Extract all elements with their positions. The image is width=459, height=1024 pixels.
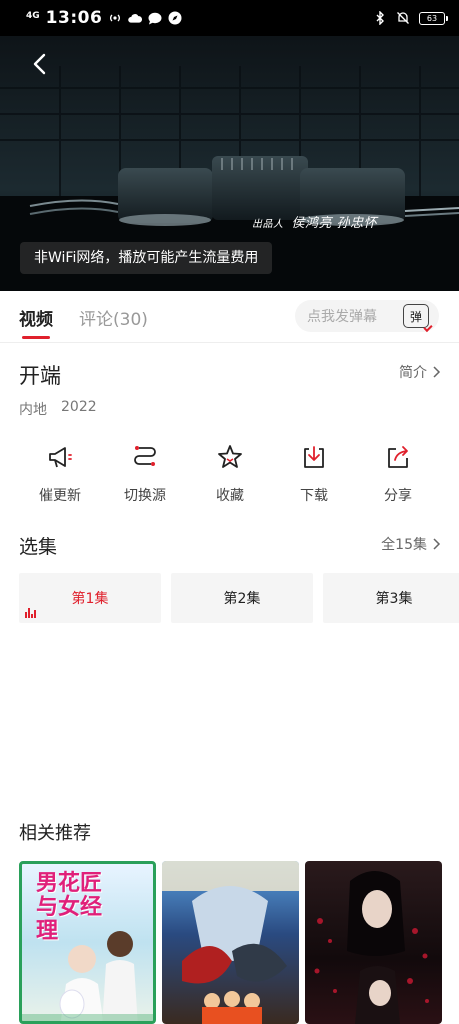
mute-bell-icon	[396, 11, 410, 25]
tab-comments[interactable]: 评论(30)	[79, 305, 148, 330]
show-year: 2022	[61, 399, 97, 415]
network-indicator: 4G	[26, 10, 40, 21]
message-icon	[148, 11, 162, 25]
episode-label: 第1集	[71, 591, 109, 607]
credit-names: 侯鸿亮 孙忠怀	[291, 216, 378, 231]
tab-bar: 视频 评论(30) 点我发弹幕 弹	[0, 291, 459, 343]
video-player[interactable]: 出品人 侯鸿亮 孙忠怀 非WiFi网络，播放可能产生流量费用	[0, 36, 459, 291]
download-icon	[304, 446, 324, 468]
chevron-right-icon	[433, 538, 441, 550]
megaphone-icon	[49, 447, 72, 468]
hotspot-icon	[108, 11, 122, 25]
share-icon	[388, 446, 408, 468]
recommendation-poster[interactable]	[162, 861, 299, 1024]
episode-item[interactable]: 第1集	[19, 573, 161, 623]
urge-update-button[interactable]: 催更新	[18, 443, 102, 505]
intro-label: 简介	[399, 365, 427, 381]
action-label: 催更新	[39, 488, 81, 504]
credit-small-text: 出品人	[252, 219, 284, 230]
danmu-input[interactable]: 点我发弹幕 弹	[295, 300, 439, 333]
check-icon	[423, 322, 433, 333]
favorite-button[interactable]: 收藏	[188, 443, 272, 505]
episode-label: 第2集	[223, 591, 261, 607]
wifi-warning: 非WiFi网络，播放可能产生流量费用	[20, 242, 273, 274]
all-episodes-link[interactable]: 全15集	[381, 534, 441, 554]
episode-label: 第3集	[375, 591, 413, 607]
episode-item[interactable]: 第3集	[323, 573, 459, 623]
recommendations-heading: 相关推荐	[19, 823, 91, 844]
chevron-right-icon	[433, 366, 441, 378]
episode-item[interactable]: 第2集	[171, 573, 313, 623]
poster-title: 男花匠与女经理	[36, 871, 103, 944]
switch-source-icon	[134, 446, 156, 466]
recommendation-poster[interactable]	[305, 861, 442, 1024]
back-arrow-icon	[33, 53, 46, 75]
episode-list: 第1集 第2集 第3集	[19, 573, 459, 623]
action-label: 切换源	[124, 488, 166, 504]
poster-image	[162, 861, 299, 1024]
action-label: 下载	[300, 488, 328, 504]
recommendation-list: 男花匠与女经理	[19, 861, 459, 1024]
battery-indicator: 63	[419, 11, 448, 25]
intro-link[interactable]: 简介	[399, 362, 441, 382]
show-title: 开端	[19, 364, 61, 388]
action-row: 催更新 切换源 收藏 下载 分享	[0, 443, 459, 513]
download-button[interactable]: 下载	[272, 443, 356, 505]
video-credit: 出品人 侯鸿亮 孙忠怀	[252, 212, 377, 231]
back-button[interactable]	[26, 50, 54, 78]
share-button[interactable]: 分享	[356, 443, 440, 505]
all-episodes-label: 全15集	[381, 537, 427, 553]
compass-icon	[168, 11, 182, 25]
switch-source-button[interactable]: 切换源	[103, 443, 187, 505]
star-icon	[218, 445, 242, 468]
status-bar: 4G 13:06 63	[0, 0, 459, 36]
danmu-button-label: 弹	[409, 309, 422, 324]
action-label: 分享	[384, 488, 412, 504]
show-region: 内地	[19, 402, 47, 418]
show-meta: 内地 2022	[19, 399, 97, 419]
danmu-placeholder: 点我发弹幕	[307, 309, 377, 325]
poster-image	[314, 871, 429, 1024]
status-time: 13:06	[45, 8, 103, 28]
tab-video[interactable]: 视频	[19, 305, 53, 330]
danmu-toggle-button[interactable]: 弹	[403, 304, 433, 333]
cloud-icon	[128, 11, 143, 25]
active-tab-indicator	[22, 336, 50, 339]
action-label: 收藏	[216, 488, 244, 504]
bluetooth-icon	[373, 11, 387, 25]
playing-icon	[25, 608, 36, 618]
recommendation-poster[interactable]: 男花匠与女经理	[19, 861, 156, 1024]
episodes-heading: 选集	[19, 536, 58, 558]
